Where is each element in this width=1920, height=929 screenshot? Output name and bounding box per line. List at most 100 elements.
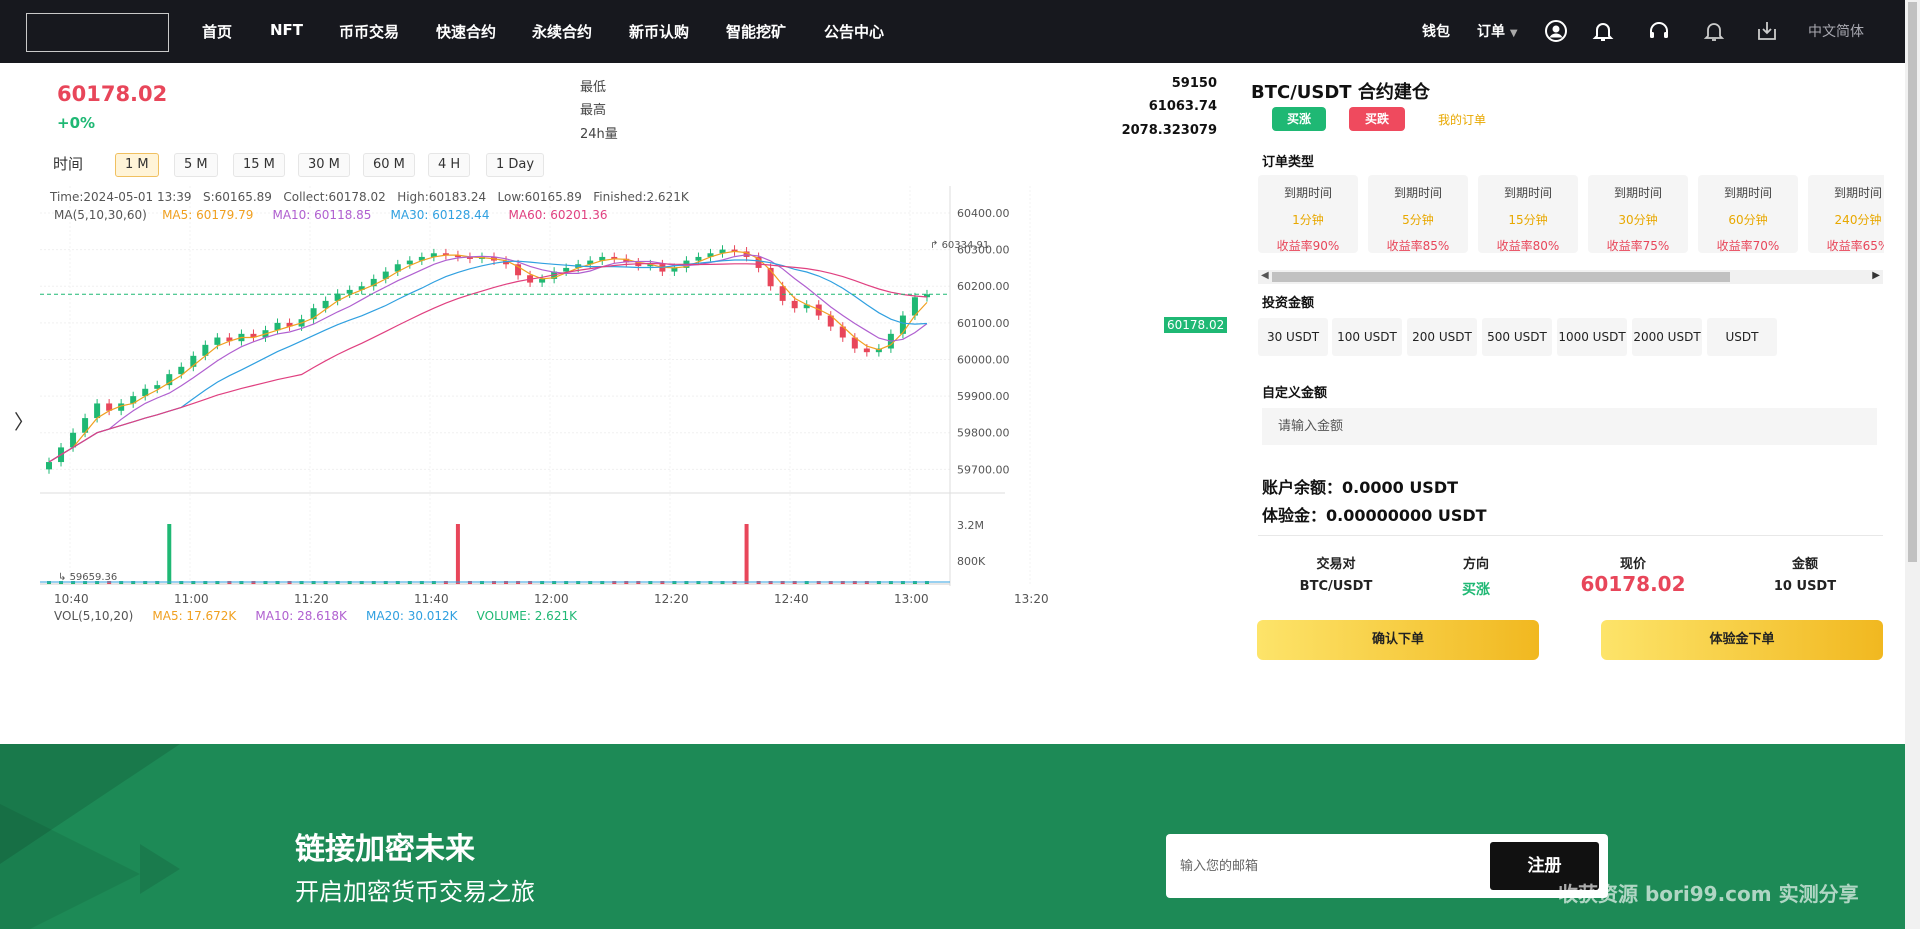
period-tabs: 时间 1 M 5 M 15 M 30 M 60 M 4 H 1 Day xyxy=(40,146,1230,182)
period-time[interactable]: 时间 xyxy=(44,153,92,177)
scroll-left-icon[interactable]: ◀ xyxy=(1261,270,1269,281)
bell-icon[interactable] xyxy=(1591,19,1615,43)
nav-quick-contract[interactable]: 快速合约 xyxy=(436,21,496,42)
scroll-thumb[interactable] xyxy=(1908,2,1917,562)
ma10-value: MA10: 60118.85 xyxy=(272,208,372,222)
vol-current: VOLUME: 2.621K xyxy=(476,609,577,623)
max-marker: ↱ 60334.91 xyxy=(930,240,990,251)
period-4h[interactable]: 4 H xyxy=(428,153,471,177)
chevron-right-icon[interactable]: 〉 xyxy=(14,406,34,435)
amount-option[interactable]: 2000 USDT xyxy=(1632,318,1702,356)
wallet-link[interactable]: 钱包 xyxy=(1422,21,1450,41)
candle-body xyxy=(322,300,329,309)
amount-option[interactable]: 100 USDT xyxy=(1332,318,1402,356)
y-tick-label: 60400.00 xyxy=(957,207,1010,220)
low-value: 59150 xyxy=(1171,76,1217,91)
scroll-right-icon[interactable]: ▶ xyxy=(1872,270,1880,281)
amount-option[interactable]: 200 USDT xyxy=(1407,318,1477,356)
ma60-value: MA60: 60201.36 xyxy=(508,208,608,222)
y-tick-label: 60100.00 xyxy=(957,317,1010,330)
summary-head-direction: 方向 xyxy=(1462,557,1489,572)
nav-perpetual[interactable]: 永续合约 xyxy=(532,21,592,42)
y-tick-label: 59900.00 xyxy=(957,390,1010,403)
nav-spot[interactable]: 币币交易 xyxy=(339,21,399,42)
order-type-card[interactable]: 到期时间 15分钟 收益率80% xyxy=(1478,175,1578,253)
vol-ma10: MA10: 28.618K xyxy=(255,609,347,623)
card-rate: 收益率75% xyxy=(1606,239,1670,253)
x-tick-label: 11:20 xyxy=(294,592,329,606)
vol-label: VOL(5,10,20) xyxy=(54,609,134,623)
custom-amount-input[interactable] xyxy=(1262,408,1877,445)
candle-body xyxy=(46,462,52,470)
period-15m[interactable]: 15 M xyxy=(233,153,285,177)
email-input[interactable] xyxy=(1180,852,1480,880)
ma5-value: MA5: 60179.79 xyxy=(162,208,254,222)
amount-option[interactable]: USDT xyxy=(1707,318,1777,356)
min-marker: ↳ 59659.36 xyxy=(58,572,118,583)
candle-body xyxy=(695,256,702,261)
scroll-thumb[interactable] xyxy=(1272,272,1730,282)
order-type-card[interactable]: 到期时间 240分钟 收益率65% xyxy=(1808,175,1884,253)
period-1m[interactable]: 1 M xyxy=(115,153,159,177)
orders-menu[interactable]: 订单 ▼ xyxy=(1477,21,1518,41)
summary-amount: 10 USDT xyxy=(1773,579,1837,594)
logo[interactable] xyxy=(26,13,169,52)
x-tick-label: 11:00 xyxy=(174,592,209,606)
order-type-card[interactable]: 到期时间 30分钟 收益率75% xyxy=(1588,175,1688,253)
card-time: 1分钟 xyxy=(1292,213,1324,227)
caret-down-icon: ▼ xyxy=(1509,28,1518,39)
card-label: 到期时间 xyxy=(1723,186,1772,200)
buy-down-button[interactable]: 买跌 xyxy=(1349,107,1405,131)
vertical-scrollbar[interactable] xyxy=(1905,0,1920,929)
y-tick-label: 59700.00 xyxy=(957,463,1010,476)
order-type-card[interactable]: 到期时间 60分钟 收益率70% xyxy=(1698,175,1798,253)
headset-icon[interactable] xyxy=(1647,19,1671,43)
nav-nft[interactable]: NFT xyxy=(270,21,303,39)
period-60m[interactable]: 60 M xyxy=(363,153,415,177)
buy-up-button[interactable]: 买涨 xyxy=(1272,107,1326,131)
amount-option[interactable]: 30 USDT xyxy=(1258,318,1328,356)
nav-mining[interactable]: 智能挖矿 xyxy=(726,21,786,42)
period-1day[interactable]: 1 Day xyxy=(486,153,545,177)
trial-order-button[interactable]: 体验金下单 xyxy=(1601,620,1883,660)
volume-bar xyxy=(455,524,460,584)
card-time: 60分钟 xyxy=(1728,213,1768,227)
card-label: 到期时间 xyxy=(1833,186,1882,200)
card-rate: 收益率85% xyxy=(1386,239,1450,253)
order-type-card[interactable]: 到期时间 1分钟 收益率90% xyxy=(1258,175,1358,253)
custom-amount-label: 自定义金额 xyxy=(1262,386,1328,401)
vol-tick-label: 3.2M xyxy=(957,519,984,532)
candle-body xyxy=(779,286,786,301)
nav-new-coin[interactable]: 新币认购 xyxy=(629,21,689,42)
watermark: 收获资源 bori99.com 实测分享 xyxy=(1558,882,1859,906)
confirm-order-button[interactable]: 确认下单 xyxy=(1257,620,1539,660)
notification-icon[interactable] xyxy=(1702,19,1726,43)
vol-ma20: MA20: 30.012K xyxy=(366,609,458,623)
high-value: 61063.74 xyxy=(1148,99,1217,114)
language-switch[interactable]: 中文简体 xyxy=(1808,21,1864,41)
user-icon[interactable] xyxy=(1544,19,1568,43)
ma5-line xyxy=(48,250,928,463)
candle-body xyxy=(94,403,101,419)
x-tick-label: 10:40 xyxy=(54,592,89,606)
amount-option[interactable]: 500 USDT xyxy=(1482,318,1552,356)
period-30m[interactable]: 30 M xyxy=(298,153,350,177)
period-5m[interactable]: 5 M xyxy=(174,153,218,177)
banner-subtitle: 开启加密货币交易之旅 xyxy=(295,878,535,906)
card-label: 到期时间 xyxy=(1503,186,1552,200)
y-tick-label: 59800.00 xyxy=(957,427,1010,440)
ma-legend: MA(5,10,30,60) MA5: 60179.79 MA10: 60118… xyxy=(54,208,607,222)
download-icon[interactable] xyxy=(1755,19,1779,43)
order-type-card[interactable]: 到期时间 5分钟 收益率85% xyxy=(1368,175,1468,253)
amount-label: 投资金额 xyxy=(1262,296,1315,311)
amount-option[interactable]: 1000 USDT xyxy=(1557,318,1627,356)
card-time: 240分钟 xyxy=(1834,213,1882,227)
nav-home[interactable]: 首页 xyxy=(202,21,232,42)
summary-head-pair: 交易对 xyxy=(1316,557,1356,572)
horizontal-scrollbar[interactable]: ◀ ▶ xyxy=(1258,270,1883,284)
kline-chart[interactable]: 60400.00 60300.00 60200.00 60100.00 60000.00… xyxy=(40,186,1232,730)
nav-announcements[interactable]: 公告中心 xyxy=(824,21,884,42)
my-orders-link[interactable]: 我的订单 xyxy=(1438,111,1486,128)
price-change: +0% xyxy=(57,114,96,132)
x-tick-label: 13:20 xyxy=(1014,592,1049,606)
